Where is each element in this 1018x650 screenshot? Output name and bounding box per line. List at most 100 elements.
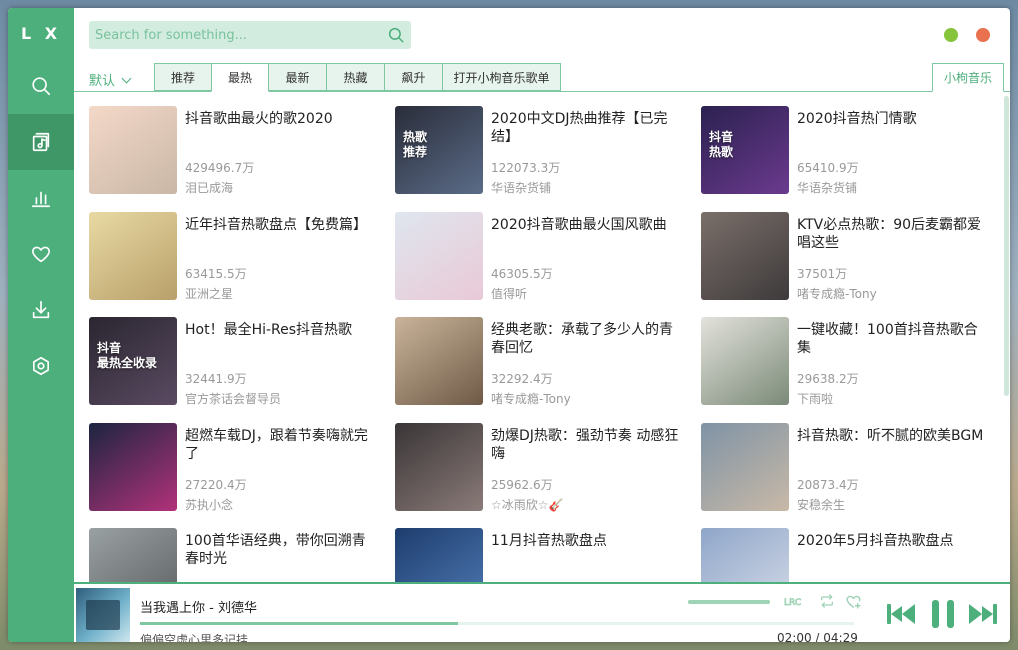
playlist-card[interactable]: 抖音 热歌 2020抖音热门情歌 65410.9万 华语杂货铺 (686, 92, 987, 195)
player-bar: 当我遇上你 - 刘德华 LRC 偏偏空虚心里多记挂 02:00 / 04:29 (74, 582, 1010, 642)
current-time: 02:00 (777, 631, 812, 642)
volume-slider[interactable] (688, 600, 770, 604)
playlist-title[interactable]: 2020抖音热门情歌 (797, 110, 987, 128)
playlist-card[interactable]: 抖音热歌：听不腻的欧美BGM 20873.4万 安稳余生 (686, 409, 987, 512)
tab-hot-collect[interactable]: 热藏 (327, 63, 385, 91)
sort-dropdown[interactable]: 默认 (89, 70, 132, 89)
playlist-card[interactable]: 近年抖音热歌盘点【免费篇】 63415.5万 亚洲之星 (74, 198, 375, 301)
playlist-author: 亚洲之星 (185, 286, 234, 301)
sidebar-item-favorites[interactable] (8, 226, 74, 282)
sidebar-item-search[interactable] (8, 58, 74, 114)
playlist-card[interactable]: 抖音 最热全收录 Hot！最全Hi-Res抖音热歌 32441.9万 官方茶话会督导员 (74, 303, 375, 406)
bar-chart-icon (31, 191, 51, 208)
tab-newest[interactable]: 最新 (269, 63, 327, 91)
playlist-title[interactable]: 一键收藏！100首抖音热歌合集 (797, 321, 987, 357)
playlist-card[interactable]: 一键收藏！100首抖音热歌合集 29638.2万 下雨啦 (686, 303, 987, 406)
playlist-card[interactable]: 劲爆DJ热歌：强劲节奏 动感狂嗨 25962.6万 ☆冰雨欣☆🎸 (380, 409, 681, 512)
playlist-title[interactable]: 11月抖音热歌盘点 (491, 532, 681, 550)
playlist-card[interactable]: 2020抖音歌曲最火国风歌曲 46305.5万 值得听 (380, 198, 681, 301)
download-icon (32, 300, 50, 319)
tab-rising[interactable]: 飙升 (385, 63, 443, 91)
playlist-title[interactable]: 超燃车载DJ，跟着节奏嗨就完了 (185, 427, 375, 463)
playlist-author: 安稳余生 (797, 497, 846, 512)
playlist-title[interactable]: 抖音歌曲最火的歌2020 (185, 110, 375, 128)
playlist-cover[interactable]: 抖音 最热全收录 (89, 317, 177, 405)
playlist-card[interactable]: 2020年5月抖音热歌盘点 (686, 514, 986, 582)
playlist-play-count: 25962.6万 (491, 477, 553, 492)
source-selector[interactable]: 小枸音乐 (932, 63, 1004, 92)
playlist-cover[interactable] (701, 317, 789, 405)
total-time: 04:29 (823, 631, 858, 642)
playlist-cover[interactable]: 抖音 热歌 (701, 106, 789, 194)
tab-hottest[interactable]: 最热 (211, 63, 269, 92)
playlist-cover[interactable] (395, 528, 483, 582)
playlist-title[interactable]: KTV必点热歌：90后麦霸都爱唱这些 (797, 216, 987, 252)
now-playing-cover[interactable] (76, 588, 130, 642)
pause-button[interactable] (930, 599, 956, 633)
playlist-title[interactable]: 劲爆DJ热歌：强劲节奏 动感狂嗨 (491, 427, 681, 463)
playlist-card[interactable]: 热歌 推荐 2020中文DJ热曲推荐【已完结】 122073.3万 华语杂货铺 (380, 92, 681, 195)
playlist-cover[interactable] (89, 422, 177, 511)
sidebar-item-settings[interactable] (8, 338, 74, 394)
playlist-play-count: 122073.3万 (491, 161, 561, 175)
lrc-icon: LRC (784, 598, 802, 608)
sidebar-item-songlist[interactable] (8, 114, 74, 170)
close-button[interactable] (976, 28, 990, 42)
prev-button[interactable] (886, 602, 916, 630)
cover-caption: 抖音 最热全收录 (97, 341, 158, 370)
search-input[interactable] (89, 21, 379, 49)
playlist-cover[interactable] (395, 422, 483, 511)
playlist-title[interactable]: 2020年5月抖音热歌盘点 (797, 532, 987, 550)
sidebar-item-download[interactable] (8, 282, 74, 338)
skip-next-icon (969, 604, 997, 624)
app-logo: L X (20, 24, 62, 43)
playlist-title[interactable]: 抖音热歌：听不腻的欧美BGM (797, 427, 987, 445)
playlist-title[interactable]: 2020抖音歌曲最火国风歌曲 (491, 216, 681, 234)
playlist-cover[interactable] (395, 211, 483, 300)
sort-label: 默认 (89, 74, 116, 89)
playlist-cover[interactable] (701, 422, 789, 511)
pause-icon (932, 600, 954, 628)
tab-recommend[interactable]: 推荐 (154, 63, 212, 91)
playlist-card[interactable]: 经典老歌：承载了多少人的青春回忆 32292.4万 啫专成瘾-Tony (380, 303, 681, 406)
playlist-card[interactable]: 11月抖音热歌盘点 (380, 514, 680, 582)
playlist-title[interactable]: 经典老歌：承载了多少人的青春回忆 (491, 321, 681, 357)
search-icon (32, 77, 51, 96)
playlist-play-count: 29638.2万 (797, 372, 859, 386)
playlist-cover[interactable] (701, 211, 789, 300)
sidebar-item-leaderboard[interactable] (8, 170, 74, 226)
next-button[interactable] (968, 602, 998, 630)
playlist-cover[interactable]: 热歌 推荐 (395, 106, 483, 194)
playlist-play-count: 429496.7万 (185, 161, 255, 175)
playlist-author: 啫专成瘾-Tony (491, 392, 571, 406)
playlist-title[interactable]: 100首华语经典，带你回溯青春时光 (185, 532, 375, 568)
playlist-title[interactable]: Hot！最全Hi-Res抖音热歌 (185, 321, 375, 339)
playlist-play-count: 46305.5万 (491, 266, 553, 281)
playlist-card[interactable]: 超燃车载DJ，跟着节奏嗨就完了 27220.4万 苏执小念 (74, 409, 375, 512)
progress-bar[interactable] (140, 622, 854, 625)
minimize-button[interactable] (944, 28, 958, 42)
playlist-cover[interactable] (701, 528, 789, 582)
playlist-card[interactable]: KTV必点热歌：90后麦霸都爱唱这些 37501万 啫专成瘾-Tony (686, 198, 987, 301)
playlist-cover[interactable] (89, 528, 177, 582)
search-box (89, 21, 411, 49)
cover-caption: 热歌 推荐 (403, 130, 428, 159)
search-icon[interactable] (387, 26, 405, 44)
tab-bar: 默认 推荐 最热 最新 热藏 飙升 打开小枸音乐歌单 小枸音乐 (74, 63, 1010, 92)
tab-open-playlist[interactable]: 打开小枸音乐歌单 (443, 63, 561, 91)
playlist-cover[interactable] (89, 211, 177, 300)
svg-text:LRC: LRC (784, 598, 801, 608)
lyrics-toggle[interactable]: LRC (784, 592, 804, 610)
playlist-title[interactable]: 2020中文DJ热曲推荐【已完结】 (491, 110, 681, 146)
playlist-cover[interactable] (89, 106, 177, 194)
loop-button[interactable] (818, 592, 836, 610)
playlist-title[interactable]: 近年抖音热歌盘点【免费篇】 (185, 216, 375, 234)
playlist-cover[interactable] (395, 317, 483, 405)
playlist-author: 华语杂货铺 (797, 181, 858, 195)
playlist-card[interactable]: 抖音歌曲最火的歌2020 429496.7万 泪已成海 (74, 92, 375, 195)
playlist-card[interactable]: 100首华语经典，带你回溯青春时光 (74, 514, 374, 582)
favorite-button[interactable] (844, 592, 862, 610)
scrollbar[interactable] (1004, 96, 1009, 396)
now-playing-title: 当我遇上你 - 刘德华 (140, 601, 257, 616)
playback-time: 02:00 / 04:29 (777, 631, 858, 642)
